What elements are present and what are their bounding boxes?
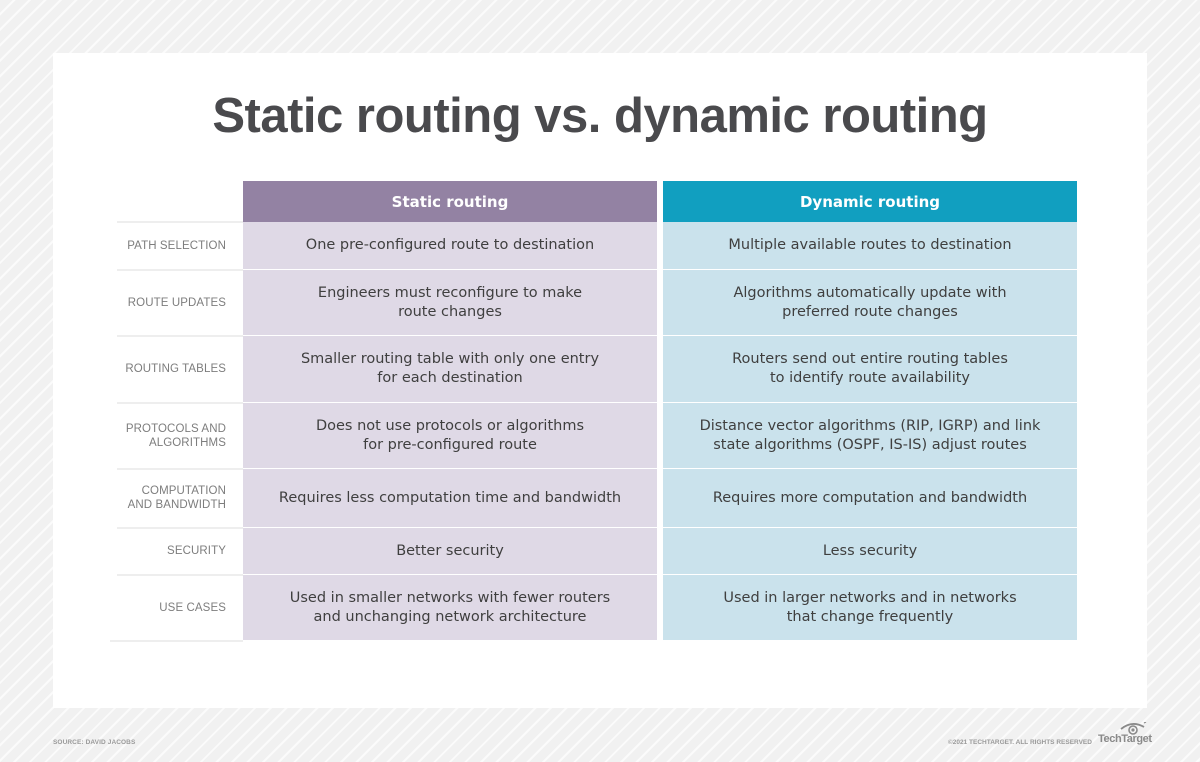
static-cell: Engineers must reconfigure to make route… xyxy=(243,270,657,335)
static-cell: Better security xyxy=(243,528,657,574)
dynamic-cell: Distance vector algorithms (RIP, IGRP) a… xyxy=(663,403,1077,468)
static-cell: Smaller routing table with only one entr… xyxy=(243,336,657,402)
row-label: PROTOCOLS AND ALGORITHMS xyxy=(125,422,226,449)
copyright-notice: ©2021 TECHTARGET. ALL RIGHTS RESERVED xyxy=(948,739,1092,746)
dynamic-cell: Routers send out entire routing tables t… xyxy=(663,336,1077,402)
row-label: ROUTING TABLES xyxy=(125,363,226,375)
dynamic-cell: Requires more computation and bandwidth xyxy=(663,469,1077,527)
row-label: COMPUTATION AND BANDWIDTH xyxy=(127,485,226,511)
row-label: ROUTE UPDATES xyxy=(127,296,226,309)
row-divider xyxy=(110,640,243,642)
techtarget-logo: TechTarget xyxy=(1098,722,1152,748)
dynamic-cell: Less security xyxy=(663,528,1077,574)
page-title: Static routing vs. dynamic routing xyxy=(212,89,988,143)
source-credit: SOURCE: DAVID JACOBS xyxy=(53,739,136,746)
row-label: USE CASES xyxy=(159,601,226,614)
row-label: PATH SELECTION xyxy=(127,239,226,252)
static-cell: One pre-configured route to destination xyxy=(243,222,657,269)
static-cell: Used in smaller networks with fewer rout… xyxy=(243,575,657,640)
brand-name: TechTarget xyxy=(1098,733,1152,745)
dynamic-cell: Multiple available routes to destination xyxy=(663,222,1077,269)
static-cell: Requires less computation time and bandw… xyxy=(243,469,657,527)
dynamic-cell: Algorithms automatically update with pre… xyxy=(663,270,1077,335)
column-header-static: Static routing xyxy=(243,181,657,222)
dynamic-cell: Used in larger networks and in networks … xyxy=(663,575,1077,640)
column-header-dynamic: Dynamic routing xyxy=(663,181,1077,222)
row-label: SECURITY xyxy=(167,545,226,557)
static-cell: Does not use protocols or algorithms for… xyxy=(243,403,657,468)
